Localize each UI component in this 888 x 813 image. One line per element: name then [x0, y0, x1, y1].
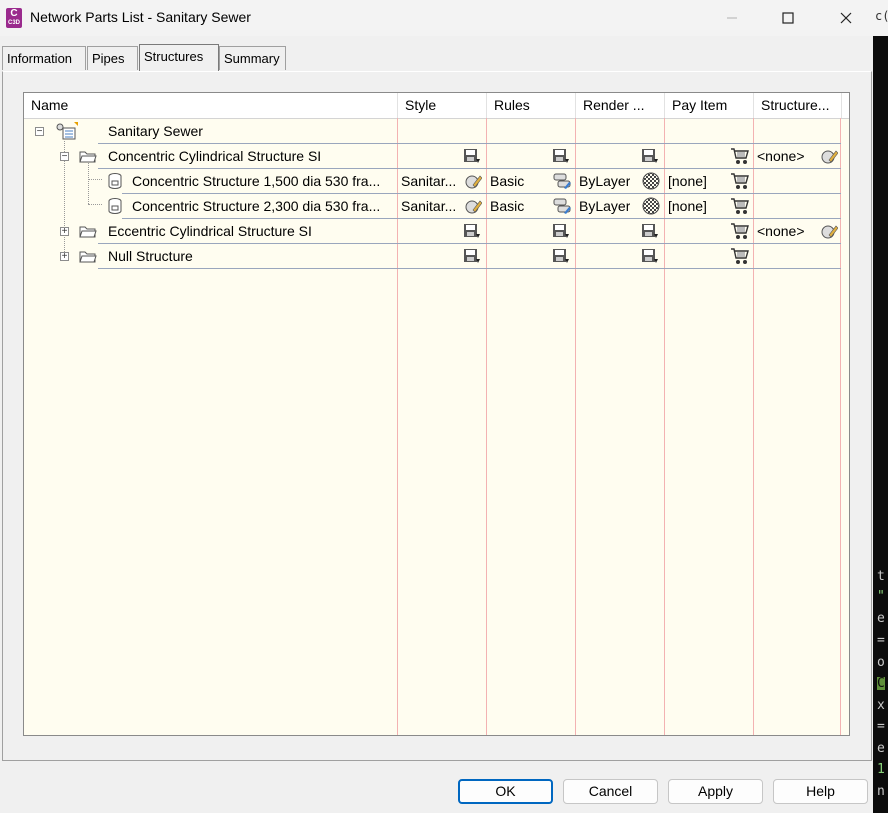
- tab-summary[interactable]: Summary: [219, 46, 286, 70]
- apply-button[interactable]: Apply: [668, 779, 763, 804]
- expand-toggle[interactable]: +: [60, 252, 69, 262]
- style-save-icon[interactable]: [463, 248, 481, 265]
- close-icon: [840, 12, 852, 24]
- terminal-line: e: [877, 611, 885, 626]
- title-bar[interactable]: C C3D Network Parts List - Sanitary Sewer: [0, 0, 873, 36]
- terminal-top-text: c(: [875, 9, 888, 23]
- terminal-line: n: [877, 784, 885, 799]
- tree-row-family[interactable]: + Eccentric Cylindrical Structure SI <no…: [24, 219, 849, 244]
- edit-pencil-icon[interactable]: [820, 147, 838, 165]
- tab-structures[interactable]: Structures: [139, 44, 219, 71]
- column-header-name[interactable]: Name: [24, 93, 398, 118]
- cylinder-structure-icon: [108, 173, 122, 189]
- pay-item-cart-icon[interactable]: [730, 222, 750, 240]
- pay-item-cart-icon[interactable]: [730, 247, 750, 265]
- maximize-icon: [782, 12, 794, 24]
- edit-pencil-icon[interactable]: [464, 172, 482, 190]
- style-save-icon[interactable]: [463, 148, 481, 165]
- material-checker-icon[interactable]: [642, 197, 660, 215]
- civil3d-app-icon: C C3D: [6, 8, 22, 28]
- column-header-pay-item[interactable]: Pay Item: [665, 93, 754, 118]
- render-save-icon[interactable]: [641, 223, 659, 240]
- folder-open-icon: [79, 151, 97, 163]
- column-header-rules[interactable]: Rules: [487, 93, 576, 118]
- parts-grid: Name Style Rules Render ... Pay Item Str…: [23, 92, 850, 736]
- cylinder-structure-icon: [108, 198, 122, 214]
- style-save-icon[interactable]: [463, 223, 481, 240]
- row-name: Concentric Cylindrical Structure SI: [108, 148, 322, 164]
- terminal-line: C: [877, 676, 885, 691]
- row-name: Sanitary Sewer: [108, 123, 203, 139]
- pay-item-value: [none]: [668, 173, 707, 189]
- pay-item-cart-icon[interactable]: [730, 197, 750, 215]
- rules-edit-icon[interactable]: [552, 197, 572, 215]
- render-value: ByLayer: [579, 198, 631, 214]
- terminal-line: t: [877, 569, 885, 584]
- minimize-icon: [727, 17, 737, 19]
- collapse-toggle[interactable]: −: [35, 127, 44, 137]
- terminal-line: o: [877, 655, 885, 670]
- network-parts-list-icon: [56, 122, 78, 140]
- folder-open-icon: [79, 251, 97, 263]
- ok-button[interactable]: OK: [458, 779, 553, 804]
- rules-save-icon[interactable]: [552, 148, 570, 165]
- dialog-window: C C3D Network Parts List - Sanitary Sewer…: [0, 0, 873, 813]
- pay-item-cart-icon[interactable]: [730, 172, 750, 190]
- tree-row-root[interactable]: − Sanitary Sewer: [24, 119, 849, 144]
- collapse-toggle[interactable]: −: [60, 152, 69, 162]
- expand-toggle[interactable]: +: [60, 227, 69, 237]
- background-terminal: c( t " e = o C x = e 1 n: [873, 0, 888, 813]
- terminal-line: 1: [877, 762, 885, 777]
- cancel-button[interactable]: Cancel: [563, 779, 658, 804]
- tree-row-part[interactable]: Concentric Structure 2,300 dia 530 fra..…: [24, 194, 849, 219]
- tab-pipes[interactable]: Pipes: [87, 46, 138, 70]
- render-save-icon[interactable]: [641, 148, 659, 165]
- edit-pencil-icon[interactable]: [464, 197, 482, 215]
- pay-item-cart-icon[interactable]: [730, 147, 750, 165]
- rules-value: Basic: [490, 198, 525, 214]
- structure-value: <none>: [757, 148, 805, 164]
- tree-row-part[interactable]: Concentric Structure 1,500 dia 530 fra..…: [24, 169, 849, 194]
- render-value: ByLayer: [579, 173, 631, 189]
- style-value: Sanitar...: [401, 173, 457, 189]
- tree-row-family[interactable]: + Null Structure: [24, 244, 849, 269]
- tab-information[interactable]: Information: [2, 46, 86, 70]
- help-button[interactable]: Help: [773, 779, 868, 804]
- column-header-style[interactable]: Style: [398, 93, 487, 118]
- style-value: Sanitar...: [401, 198, 457, 214]
- row-name: Null Structure: [108, 248, 193, 264]
- render-save-icon[interactable]: [641, 248, 659, 265]
- column-header-render-material[interactable]: Render ...: [576, 93, 665, 118]
- tree-row-family[interactable]: − Concentric Cylindrical Structure SI <n…: [24, 144, 849, 169]
- maximize-button[interactable]: [765, 0, 811, 36]
- terminal-titlebar: c(: [873, 0, 888, 36]
- column-header-structure[interactable]: Structure...: [754, 93, 842, 118]
- minimize-button[interactable]: [709, 0, 755, 36]
- grid-header: Name Style Rules Render ... Pay Item Str…: [24, 93, 849, 119]
- row-name: Concentric Structure 1,500 dia 530 fra..…: [132, 173, 381, 189]
- structure-value: <none>: [757, 223, 805, 239]
- edit-pencil-icon[interactable]: [820, 222, 838, 240]
- terminal-line: ": [877, 589, 885, 604]
- structures-panel: Name Style Rules Render ... Pay Item Str…: [2, 71, 872, 761]
- window-title: Network Parts List - Sanitary Sewer: [30, 9, 251, 25]
- rules-save-icon[interactable]: [552, 223, 570, 240]
- material-checker-icon[interactable]: [642, 172, 660, 190]
- terminal-line: =: [877, 719, 885, 734]
- row-separator: [98, 268, 841, 269]
- terminal-line: x: [877, 698, 885, 713]
- row-name: Eccentric Cylindrical Structure SI: [108, 223, 312, 239]
- rules-edit-icon[interactable]: [552, 172, 572, 190]
- pay-item-value: [none]: [668, 198, 707, 214]
- terminal-line: =: [877, 633, 885, 648]
- close-button[interactable]: [823, 0, 869, 36]
- terminal-line: e: [877, 741, 885, 756]
- row-name: Concentric Structure 2,300 dia 530 fra..…: [132, 198, 381, 214]
- rules-value: Basic: [490, 173, 525, 189]
- folder-open-icon: [79, 226, 97, 238]
- rules-save-icon[interactable]: [552, 248, 570, 265]
